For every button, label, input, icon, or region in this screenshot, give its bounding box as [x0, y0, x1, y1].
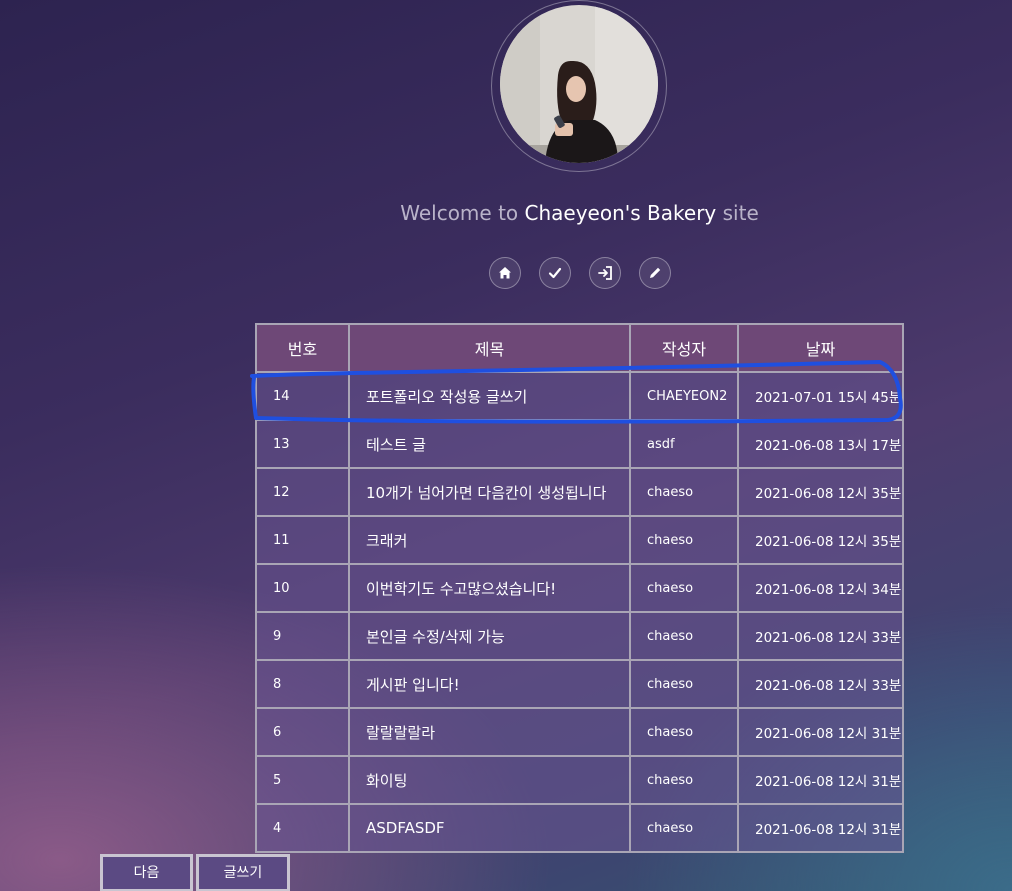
table-row[interactable]: 10 이번학기도 수고많으셨습니다! chaeso 2021-06-08 12시…: [255, 563, 904, 613]
post-number: 6: [255, 707, 350, 757]
post-date: 2021-06-08 12시 35분: [737, 467, 904, 517]
welcome-suffix: site: [722, 201, 759, 225]
welcome-text: Welcome to Chaeyeon's Bakery site: [0, 201, 1012, 225]
post-title-link[interactable]: 테스트 글: [348, 419, 631, 469]
post-author: chaeso: [629, 707, 739, 757]
table-row[interactable]: 9 본인글 수정/삭제 가능 chaeso 2021-06-08 12시 33분: [255, 611, 904, 661]
post-title-link[interactable]: 크래커: [348, 515, 631, 565]
table-row[interactable]: 14 포트폴리오 작성용 글쓰기 CHAEYEON2 2021-07-01 15…: [255, 371, 904, 421]
post-title-link[interactable]: 이번학기도 수고많으셨습니다!: [348, 563, 631, 613]
write-icon-button[interactable]: [639, 257, 671, 289]
post-number: 14: [255, 371, 350, 421]
post-date: 2021-06-08 12시 31분: [737, 755, 904, 805]
avatar: [500, 5, 658, 163]
post-author: chaeso: [629, 515, 739, 565]
table-row[interactable]: 4 ASDFASDF chaeso 2021-06-08 12시 31분: [255, 803, 904, 853]
post-date: 2021-07-01 15시 45분: [737, 371, 904, 421]
post-number: 8: [255, 659, 350, 709]
column-header-author: 작성자: [629, 323, 739, 373]
post-number: 12: [255, 467, 350, 517]
post-title-link[interactable]: 랄랄랄랄라: [348, 707, 631, 757]
site-brand: Chaeyeon's Bakery: [524, 201, 717, 225]
post-author: chaeso: [629, 467, 739, 517]
post-title-link[interactable]: ASDFASDF: [348, 803, 631, 853]
post-date: 2021-06-08 12시 34분: [737, 563, 904, 613]
post-title-link[interactable]: 본인글 수정/삭제 가능: [348, 611, 631, 661]
next-button[interactable]: 다음: [100, 854, 193, 891]
column-header-date: 날짜: [737, 323, 904, 373]
pencil-icon: [650, 267, 661, 278]
write-button[interactable]: 글쓰기: [196, 854, 290, 891]
welcome-prefix: Welcome to: [400, 201, 519, 225]
post-title-link[interactable]: 게시판 입니다!: [348, 659, 631, 709]
table-row[interactable]: 6 랄랄랄랄라 chaeso 2021-06-08 12시 31분: [255, 707, 904, 757]
post-number: 11: [255, 515, 350, 565]
post-date: 2021-06-08 12시 33분: [737, 611, 904, 661]
post-title-link[interactable]: 10개가 넘어가면 다음칸이 생성됩니다: [348, 467, 631, 517]
post-date: 2021-06-08 12시 35분: [737, 515, 904, 565]
table-row[interactable]: 8 게시판 입니다! chaeso 2021-06-08 12시 33분: [255, 659, 904, 709]
post-author: chaeso: [629, 803, 739, 853]
post-author: CHAEYEON2: [629, 371, 739, 421]
post-number: 5: [255, 755, 350, 805]
table-row[interactable]: 13 테스트 글 asdf 2021-06-08 13시 17분: [255, 419, 904, 469]
column-header-title: 제목: [348, 323, 631, 373]
post-author: chaeso: [629, 611, 739, 661]
post-number: 9: [255, 611, 350, 661]
home-icon: [499, 267, 511, 279]
column-header-number: 번호: [255, 323, 350, 373]
home-button[interactable]: [489, 257, 521, 289]
post-author: asdf: [629, 419, 739, 469]
check-button[interactable]: [539, 257, 571, 289]
table-row[interactable]: 11 크래커 chaeso 2021-06-08 12시 35분: [255, 515, 904, 565]
table-row[interactable]: 12 10개가 넘어가면 다음칸이 생성됩니다 chaeso 2021-06-0…: [255, 467, 904, 517]
login-icon: [598, 266, 612, 280]
post-number: 10: [255, 563, 350, 613]
post-date: 2021-06-08 12시 31분: [737, 707, 904, 757]
post-number: 13: [255, 419, 350, 469]
check-icon: [548, 267, 562, 279]
post-title-link[interactable]: 화이팅: [348, 755, 631, 805]
login-button[interactable]: [589, 257, 621, 289]
post-author: chaeso: [629, 659, 739, 709]
board-header-row: 번호 제목 작성자 날짜: [255, 323, 904, 373]
post-date: 2021-06-08 13시 17분: [737, 419, 904, 469]
post-date: 2021-06-08 12시 31분: [737, 803, 904, 853]
post-author: chaeso: [629, 755, 739, 805]
table-row[interactable]: 5 화이팅 chaeso 2021-06-08 12시 31분: [255, 755, 904, 805]
post-number: 4: [255, 803, 350, 853]
post-date: 2021-06-08 12시 33분: [737, 659, 904, 709]
post-title-link[interactable]: 포트폴리오 작성용 글쓰기: [348, 371, 631, 421]
post-author: chaeso: [629, 563, 739, 613]
board-table: 번호 제목 작성자 날짜 14 포트폴리오 작성용 글쓰기 CHAEYEON2 …: [255, 323, 904, 853]
